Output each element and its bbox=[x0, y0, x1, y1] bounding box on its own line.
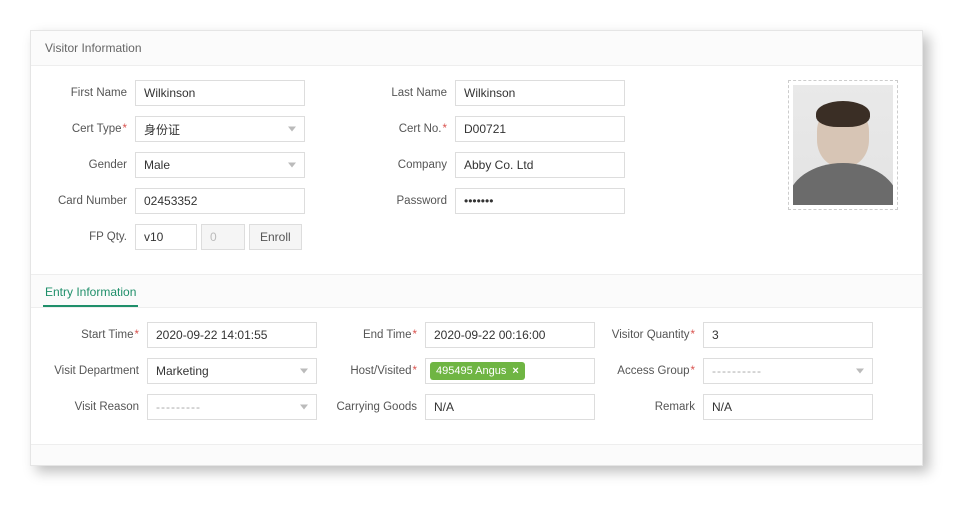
company-input[interactable]: Abby Co. Ltd bbox=[455, 152, 625, 178]
fp-count-input: 0 bbox=[201, 224, 245, 250]
first-name-input[interactable]: Wilkinson bbox=[135, 80, 305, 106]
end-time-input[interactable]: 2020-09-22 00:16:00 bbox=[425, 322, 595, 348]
entry-tab[interactable]: Entry Information bbox=[43, 275, 138, 307]
password-input[interactable]: ••••••• bbox=[455, 188, 625, 214]
visitor-form-panel: Visitor Information First Name Wilkinson… bbox=[30, 30, 923, 466]
chevron-down-icon bbox=[288, 163, 296, 168]
carrying-goods-label: Carrying Goods bbox=[323, 401, 425, 413]
host-chip: 495495 Angus × bbox=[430, 362, 525, 380]
cert-no-input[interactable]: D00721 bbox=[455, 116, 625, 142]
access-group-label: Access Group* bbox=[601, 365, 703, 377]
remark-input[interactable]: N/A bbox=[703, 394, 873, 420]
start-time-label: Start Time* bbox=[45, 329, 147, 341]
last-name-label: Last Name bbox=[365, 87, 455, 99]
visitor-qty-label: Visitor Quantity* bbox=[601, 329, 703, 341]
chevron-down-icon bbox=[856, 369, 864, 374]
visitor-photo-hair bbox=[816, 101, 870, 127]
gender-label: Gender bbox=[45, 159, 135, 171]
company-label: Company bbox=[365, 159, 455, 171]
gender-select[interactable]: Male bbox=[135, 152, 305, 178]
end-time-label: End Time* bbox=[323, 329, 425, 341]
access-group-value: ---------- bbox=[712, 364, 762, 378]
host-chip-remove-icon[interactable]: × bbox=[512, 365, 518, 377]
visit-dept-value: Marketing bbox=[156, 364, 209, 378]
password-label: Password bbox=[365, 195, 455, 207]
entry-section-body: Start Time* 2020-09-22 14:01:55 End Time… bbox=[31, 308, 922, 445]
visitor-section-title: Visitor Information bbox=[31, 31, 922, 65]
start-time-input[interactable]: 2020-09-22 14:01:55 bbox=[147, 322, 317, 348]
chevron-down-icon bbox=[300, 369, 308, 374]
host-select[interactable]: 495495 Angus × bbox=[425, 358, 595, 384]
card-number-input[interactable]: 02453352 bbox=[135, 188, 305, 214]
cert-type-label: Cert Type* bbox=[45, 123, 135, 135]
visitor-qty-input[interactable]: 3 bbox=[703, 322, 873, 348]
cert-type-select[interactable]: 身份证 bbox=[135, 116, 305, 142]
fp-device-input[interactable]: v10 bbox=[135, 224, 197, 250]
last-name-input[interactable]: Wilkinson bbox=[455, 80, 625, 106]
visit-reason-select[interactable]: --------- bbox=[147, 394, 317, 420]
cert-no-label: Cert No.* bbox=[365, 123, 455, 135]
enroll-button[interactable]: Enroll bbox=[249, 224, 302, 250]
gender-value: Male bbox=[144, 158, 170, 172]
remark-label: Remark bbox=[601, 401, 703, 413]
fp-qty-label: FP Qty. bbox=[45, 231, 135, 243]
visit-dept-select[interactable]: Marketing bbox=[147, 358, 317, 384]
access-group-select[interactable]: ---------- bbox=[703, 358, 873, 384]
visit-reason-label: Visit Reason bbox=[45, 401, 147, 413]
visitor-section-body: First Name Wilkinson Last Name Wilkinson… bbox=[31, 65, 922, 275]
card-number-label: Card Number bbox=[45, 195, 135, 207]
visit-reason-value: --------- bbox=[156, 400, 201, 414]
host-label: Host/Visited* bbox=[323, 365, 425, 377]
visitor-photo bbox=[793, 85, 893, 205]
visit-dept-label: Visit Department bbox=[45, 365, 147, 377]
host-chip-label: 495495 Angus bbox=[436, 365, 506, 377]
carrying-goods-input[interactable]: N/A bbox=[425, 394, 595, 420]
cert-type-value: 身份证 bbox=[144, 121, 180, 138]
chevron-down-icon bbox=[288, 127, 296, 132]
first-name-label: First Name bbox=[45, 87, 135, 99]
chevron-down-icon bbox=[300, 405, 308, 410]
visitor-photo-frame[interactable] bbox=[788, 80, 898, 210]
